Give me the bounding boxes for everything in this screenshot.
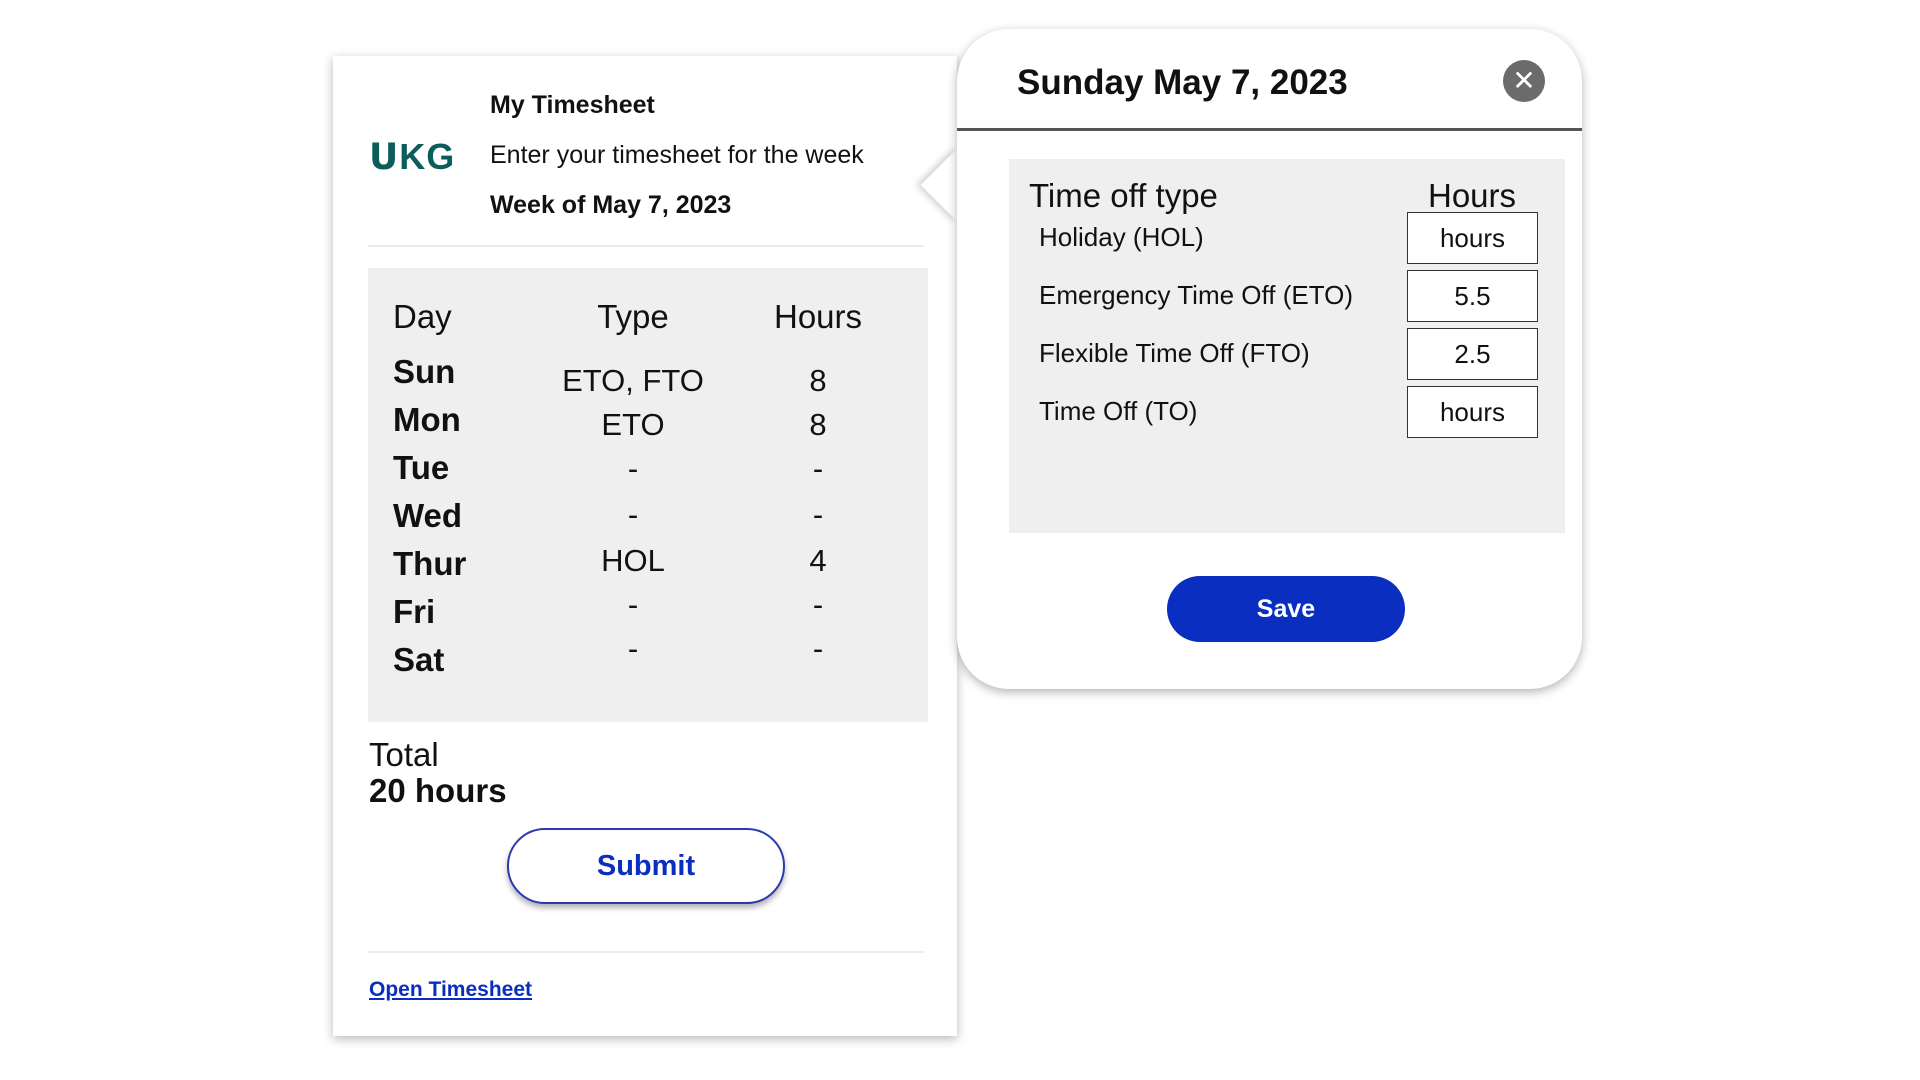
row-type: HOL [601,543,665,578]
table-row: Wed - - [368,497,928,537]
total-label: Total [369,736,439,773]
time-off-row: Emergency Time Off (ETO) [1009,270,1565,322]
column-header-hours: Hours [1427,177,1517,214]
row-type: - [627,451,639,486]
row-hours: - [812,631,824,666]
row-type: - [627,587,639,622]
column-header-time-off-type: Time off type [1029,177,1218,214]
day-edit-popover: Sunday May 7, 2023 ✕ Time off type Hours… [957,29,1582,689]
row-type: ETO, FTO [562,363,704,398]
row-hours: 8 [809,363,827,398]
time-off-label: Holiday (HOL) [1039,222,1204,252]
time-off-hours-input[interactable] [1407,386,1538,438]
column-header-type: Type [597,298,669,335]
row-hours: - [812,451,824,486]
table-row: Sat - - [368,631,928,681]
footer-divider [368,951,924,953]
row-hours: - [812,587,824,622]
row-day: Tue [393,449,450,486]
time-off-panel: Time off type Hours Holiday (HOL) Emerge… [1009,159,1565,533]
close-icon[interactable]: ✕ [1503,60,1545,102]
timesheet-week: Week of May 7, 2023 [490,191,732,219]
row-day: Wed [393,497,463,534]
row-day: Sat [393,641,445,678]
row-day: Thur [393,545,467,582]
popover-title: Sunday May 7, 2023 [1017,63,1348,102]
row-type: - [627,497,639,532]
popover-pointer-mask [957,140,997,230]
table-row: Tue - - [368,449,928,489]
timesheet-card: ᑌKG My Timesheet Enter your timesheet fo… [333,56,957,1036]
table-row: Sun ETO, FTO 8 [368,353,928,398]
table-row: Mon ETO 8 [368,401,928,442]
save-button[interactable]: Save [1167,576,1405,642]
holiday-hours-input[interactable] [1407,212,1538,264]
timesheet-title: My Timesheet [490,91,655,119]
submit-button[interactable]: Submit [507,828,785,904]
timesheet-subtitle: Enter your timesheet for the week [490,141,864,169]
total-value: 20 hours [369,772,507,809]
column-header-hours: Hours [773,298,863,335]
row-type: ETO [601,407,665,442]
row-day: Mon [393,401,461,438]
time-off-row: Flexible Time Off (FTO) [1009,328,1565,380]
row-day: Fri [393,593,436,630]
row-type: - [627,631,639,666]
popover-divider [957,128,1582,131]
timesheet-header: ᑌKG My Timesheet Enter your timesheet fo… [333,56,957,247]
time-off-label: Emergency Time Off (ETO) [1039,280,1354,310]
row-hours: 4 [809,543,827,578]
row-day: Sun [393,353,456,390]
timesheet-table: Day Type Hours Sun ETO, FTO 8 Mon ETO 8 … [368,268,928,722]
header-divider [368,245,924,247]
table-row: Thur HOL 4 [368,543,928,585]
eto-hours-input[interactable] [1407,270,1538,322]
row-hours: 8 [809,407,827,442]
column-header-day: Day [393,298,452,335]
ukg-logo: ᑌKG [369,136,456,177]
fto-hours-input[interactable] [1407,328,1538,380]
table-row: Fri - - [368,587,928,633]
open-timesheet-link[interactable]: Open Timesheet [369,978,532,1002]
time-off-label: Flexible Time Off (FTO) [1039,338,1310,368]
time-off-label: Time Off (TO) [1039,396,1198,426]
time-off-row: Holiday (HOL) [1009,212,1565,264]
time-off-row: Time Off (TO) [1009,386,1565,438]
row-hours: - [812,497,824,532]
